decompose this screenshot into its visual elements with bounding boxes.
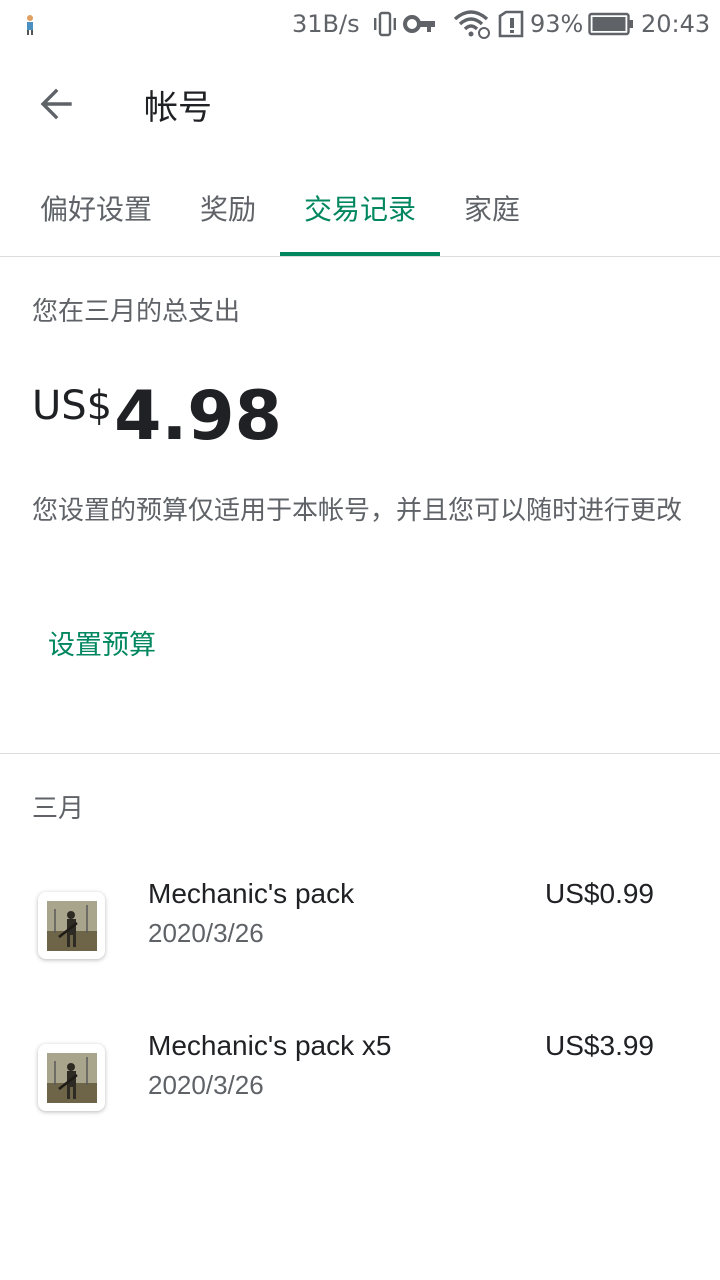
total-amount: 4.98 [114,377,282,456]
vpn-key-icon [403,12,437,42]
total-spending: US$ 4.98 [32,377,282,456]
notification-figure-icon [22,14,38,36]
arrow-left-icon [39,87,73,125]
budget-note: 您设置的预算仅适用于本帐号，并且您可以随时进行更改 [32,496,683,526]
set-budget-button[interactable]: 设置预算 [30,615,174,670]
status-bar: 31B/s 93% 20:43 [0,0,720,50]
clock: 20:43 [641,10,711,38]
battery-percent: 93% [530,10,584,38]
battery-icon [588,12,634,42]
back-button[interactable] [28,78,84,134]
tab-rewards[interactable]: 奖励 [188,160,268,256]
tab-preferences[interactable]: 偏好设置 [28,160,164,256]
tab-transaction-history[interactable]: 交易记录 [280,160,440,256]
transaction-date: 2020/3/26 [148,1070,264,1100]
transaction-name: Mechanic's pack [148,878,355,909]
page-title: 帐号 [144,88,212,128]
transaction-price: US$0.99 [545,878,654,909]
vibrate-icon [371,11,399,43]
network-speed: 31B/s [292,10,360,38]
game-soldier-icon [38,1044,105,1111]
wifi-icon [453,9,493,45]
total-currency: US$ [32,383,113,429]
transaction-item[interactable]: Mechanic's pack 2020/3/26 US$0.99 [0,878,720,998]
transaction-price: US$3.99 [545,1030,654,1061]
tab-bar: 偏好设置 奖励 交易记录 家庭 [0,160,720,257]
app-bar: 帐号 [0,50,720,160]
transaction-item[interactable]: Mechanic's pack x5 2020/3/26 US$3.99 [0,1030,720,1150]
sim-alert-icon [498,10,524,44]
tab-family[interactable]: 家庭 [452,160,532,256]
active-tab-indicator [280,252,440,256]
spending-summary: 您在三月的总支出 US$ 4.98 您设置的预算仅适用于本帐号，并且您可以随时进… [0,257,720,753]
summary-label: 您在三月的总支出 [32,297,241,327]
month-header: 三月 [32,794,85,824]
transaction-name: Mechanic's pack x5 [148,1030,392,1061]
transaction-date: 2020/3/26 [148,918,264,948]
section-divider [0,753,720,754]
game-soldier-icon [38,892,105,959]
